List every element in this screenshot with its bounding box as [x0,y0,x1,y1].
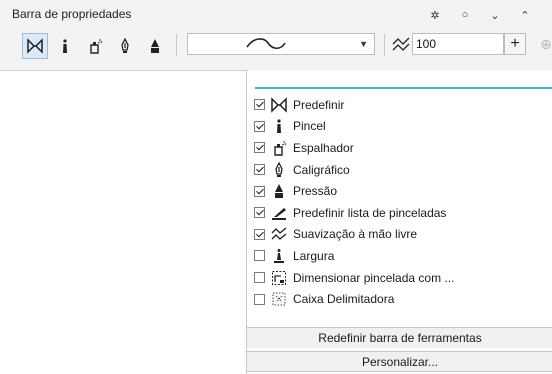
menu-item-label: Pincel [293,119,326,134]
sprayer-icon [270,140,288,156]
tool-group [22,33,168,59]
preset-icon [270,96,288,113]
checkbox[interactable] [254,164,265,176]
property-bar-title: Barra de propriedades [12,7,132,21]
menu-accent-line [255,87,552,89]
brush-icon [270,118,288,134]
calligraphic-icon [270,161,288,178]
plus-button[interactable]: + [504,33,526,55]
menu-item-stroke-list[interactable]: Predefinir lista de pinceladas [254,202,454,224]
menu-item-pressure[interactable]: Pressão [254,180,454,202]
checkbox[interactable] [254,207,265,219]
checkbox[interactable] [254,272,265,284]
brush-tool[interactable] [52,33,78,59]
reset-toolbar-button[interactable]: Redefinir barra de ferramentas [247,327,552,348]
menu-item-calligraphic[interactable]: Caligráfico [254,159,454,181]
sprayer-tool[interactable] [82,33,108,59]
scale-stroke-icon [270,270,288,286]
pressure-tool[interactable] [142,33,168,59]
preset-tool[interactable] [22,33,48,59]
menu-item-label: Suavização à mão livre [293,227,418,242]
smoothing-icon [270,226,288,242]
menu-item-label: Predefinir lista de pinceladas [293,205,447,220]
menu-item-label: Predefinir [293,97,345,112]
close-icon[interactable]: ✕ [540,4,552,26]
sprayer-icon [90,39,103,54]
window-controls: ✲ ○ ⌄ ⌃ ✕ [420,4,552,26]
pressure-icon [270,183,288,199]
checkbox[interactable] [254,99,265,111]
menu-item-smoothing[interactable]: Suavização à mão livre [254,224,454,246]
checkbox[interactable] [254,142,265,154]
pressure-icon [151,39,159,53]
toolbar-separator [384,34,385,56]
checkbox[interactable] [254,250,265,262]
checkbox[interactable] [254,120,265,132]
preset-icon [27,38,43,54]
collapse-icon[interactable]: ⌄ [480,4,510,26]
property-bar: Barra de propriedades ✲ ○ ⌄ ⌃ ✕ [0,0,552,71]
menu-item-label: Largura [293,248,335,263]
bounding-box-icon [270,291,288,307]
options-icon[interactable]: ○ [450,4,480,26]
menu-item-label: Dimensionar pincelada com ... [293,270,455,285]
menu-item-label: Espalhador [293,140,354,155]
menu-item-scale-stroke[interactable]: Dimensionar pincelada com ... [254,267,454,289]
toolbar-separator [176,34,177,56]
toolbar-customize-menu: Predefinir Pincel Espalhador Caligráfico [246,70,552,374]
menu-item-bounding-box[interactable]: Caixa Delimitadora [254,288,454,310]
chevron-down-icon[interactable]: ▼ [359,39,368,49]
menu-item-label: Caixa Delimitadora [293,292,395,307]
menu-item-label: Caligráfico [293,162,350,177]
brush-icon [63,39,67,53]
menu-item-width[interactable]: Largura [254,245,454,267]
menu-item-brush[interactable]: Pincel [254,116,454,138]
stroke-curve-icon [246,38,286,50]
calligraphic-icon [121,38,129,53]
add-disabled-icon: ⊕ [540,35,552,52]
smoothing-input[interactable] [412,33,504,55]
checkbox[interactable] [254,185,265,197]
customize-button[interactable]: Personalizar... [247,351,552,372]
checkbox[interactable] [254,293,265,305]
calligraphic-tool[interactable] [112,33,138,59]
menu-item-label: Pressão [293,184,338,199]
stroke-list-icon [270,205,288,221]
menu-item-preset[interactable]: Predefinir [254,94,454,116]
checkbox[interactable] [254,228,265,240]
menu-item-list: Predefinir Pincel Espalhador Caligráfico [254,94,454,310]
menu-item-sprayer[interactable]: Espalhador [254,137,454,159]
expand-icon[interactable]: ⌃ [510,4,540,26]
width-icon [270,248,288,264]
settings-icon[interactable]: ✲ [420,4,450,26]
stroke-preset-dropdown[interactable]: ▼ [187,33,375,55]
smoothing-icon [392,37,410,51]
